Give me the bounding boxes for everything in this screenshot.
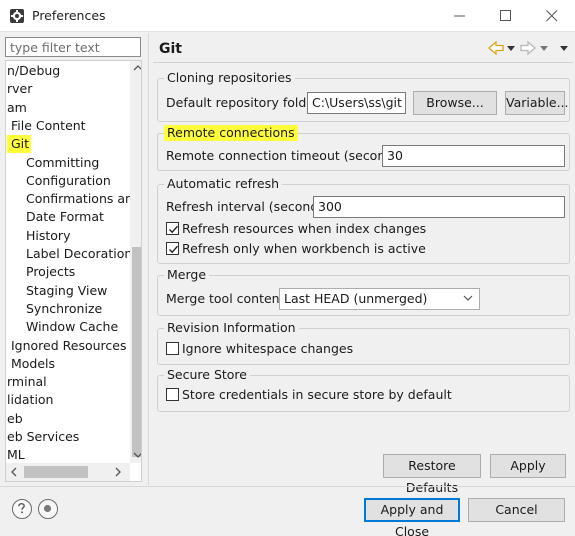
tree-horizontal-scrollbar-thumb[interactable] bbox=[24, 466, 88, 478]
refresh-index-changes-label: Refresh resources when index changes bbox=[182, 221, 427, 236]
tree-item[interactable]: File Content bbox=[7, 117, 86, 135]
close-icon bbox=[546, 10, 558, 22]
record-icon bbox=[43, 504, 52, 513]
merge-tool-dropdown[interactable]: Last HEAD (unmerged) bbox=[279, 288, 480, 310]
window-title: Preferences bbox=[32, 8, 106, 23]
tree-item[interactable]: am bbox=[7, 99, 27, 117]
store-credentials-checkbox[interactable] bbox=[166, 388, 179, 401]
refresh-interval-label: Refresh interval (seconds): bbox=[166, 199, 334, 214]
help-button[interactable] bbox=[12, 499, 32, 519]
scroll-left-icon[interactable] bbox=[10, 467, 18, 480]
remote-connections-legend: Remote connections bbox=[164, 125, 298, 141]
tree-vertical-scrollbar-thumb[interactable] bbox=[132, 247, 141, 457]
tree-item[interactable]: Date Format bbox=[26, 208, 104, 226]
connection-timeout-field[interactable]: 30 bbox=[382, 145, 565, 167]
merge-tool-value: Last HEAD (unmerged) bbox=[284, 291, 428, 306]
title-bar: Preferences bbox=[0, 0, 575, 32]
tree-item[interactable]: rminal bbox=[7, 373, 47, 391]
merge-legend: Merge bbox=[164, 267, 210, 283]
refresh-index-changes-checkbox[interactable] bbox=[166, 222, 179, 235]
sash-divider[interactable] bbox=[148, 33, 149, 485]
minimize-button[interactable] bbox=[437, 0, 483, 32]
page-navigation bbox=[488, 40, 572, 56]
tree-item[interactable]: Ignored Resources bbox=[7, 337, 127, 355]
preferences-tree[interactable]: n/Debug rver am File Content Git Committing… bbox=[5, 60, 142, 482]
tree-item[interactable]: History bbox=[26, 227, 70, 245]
tree-item[interactable]: lidation bbox=[7, 391, 53, 409]
tree-item[interactable]: Synchronize bbox=[26, 300, 102, 318]
back-arrow-icon[interactable] bbox=[488, 40, 504, 56]
preferences-app-icon bbox=[9, 8, 25, 24]
secure-store-legend: Secure Store bbox=[164, 367, 250, 383]
tree-item[interactable]: n/Debug bbox=[7, 62, 60, 80]
view-menu-icon[interactable] bbox=[560, 46, 568, 51]
scroll-down-icon[interactable] bbox=[133, 451, 141, 462]
tree-item[interactable]: eb bbox=[7, 410, 23, 428]
import-export-button[interactable] bbox=[38, 499, 58, 519]
refresh-interval-field[interactable]: 300 bbox=[313, 196, 565, 218]
tree-horizontal-scrollbar[interactable] bbox=[6, 463, 130, 481]
back-menu-chevron-icon[interactable] bbox=[507, 46, 515, 51]
tree-item[interactable]: Git bbox=[7, 135, 32, 154]
maximize-button[interactable] bbox=[483, 0, 529, 32]
ignore-whitespace-label: Ignore whitespace changes bbox=[182, 341, 354, 356]
tree-item[interactable]: Confirmations and bbox=[26, 190, 141, 208]
bottom-separator bbox=[0, 486, 575, 487]
store-credentials-label: Store credentials in secure store by def… bbox=[182, 387, 452, 402]
filter-input[interactable] bbox=[5, 37, 141, 57]
connection-timeout-label: Remote connection timeout (seconds): bbox=[166, 148, 409, 163]
minimize-icon bbox=[454, 15, 465, 17]
repository-folder-field[interactable]: C:\Users\ss\git bbox=[307, 92, 406, 114]
apply-and-close-button[interactable]: Apply and Close bbox=[364, 498, 460, 536]
tree-vertical-scrollbar[interactable] bbox=[130, 61, 141, 463]
forward-menu-chevron-icon[interactable] bbox=[540, 46, 548, 51]
tree-item[interactable]: Projects bbox=[26, 263, 75, 281]
cloning-legend: Cloning repositories bbox=[164, 70, 295, 86]
merge-tool-label: Merge tool content: bbox=[166, 291, 289, 306]
forward-arrow-icon[interactable] bbox=[520, 40, 536, 56]
tree-item[interactable]: Committing bbox=[26, 154, 99, 172]
page-header-separator bbox=[153, 62, 573, 63]
variable-button[interactable]: Variable... bbox=[505, 91, 569, 115]
scroll-up-icon[interactable] bbox=[133, 64, 141, 75]
refresh-workbench-active-checkbox[interactable] bbox=[166, 242, 179, 255]
restore-defaults-button[interactable]: Restore Defaults bbox=[383, 454, 481, 495]
browse-button[interactable]: Browse... bbox=[413, 91, 497, 115]
tree-item[interactable]: Configuration bbox=[26, 172, 111, 190]
checkmark-icon bbox=[169, 245, 179, 254]
tree-item[interactable]: Staging View bbox=[26, 282, 107, 300]
revision-information-legend: Revision Information bbox=[164, 320, 299, 336]
close-button[interactable] bbox=[529, 0, 575, 32]
tree-item[interactable]: rver bbox=[7, 80, 32, 98]
ignore-whitespace-checkbox[interactable] bbox=[166, 342, 179, 355]
chevron-down-icon bbox=[463, 295, 473, 301]
repository-folder-label: Default repository folder: bbox=[166, 95, 324, 110]
tree-item[interactable]: eb Services bbox=[7, 428, 79, 446]
refresh-workbench-active-label: Refresh only when workbench is active bbox=[182, 241, 426, 256]
scroll-right-icon[interactable] bbox=[114, 467, 122, 480]
tree-item[interactable]: Window Cache bbox=[26, 318, 118, 336]
checkmark-icon bbox=[169, 225, 179, 234]
page-title: Git bbox=[159, 41, 182, 57]
cancel-button[interactable]: Cancel bbox=[468, 498, 565, 522]
help-icon bbox=[18, 502, 25, 514]
tree-item[interactable]: Models bbox=[7, 355, 55, 373]
tree-item[interactable]: ML bbox=[7, 446, 25, 464]
maximize-icon bbox=[500, 10, 511, 21]
automatic-refresh-legend: Automatic refresh bbox=[164, 176, 283, 192]
apply-button[interactable]: Apply bbox=[490, 454, 566, 478]
tree-item[interactable]: Label Decorations bbox=[26, 245, 139, 263]
